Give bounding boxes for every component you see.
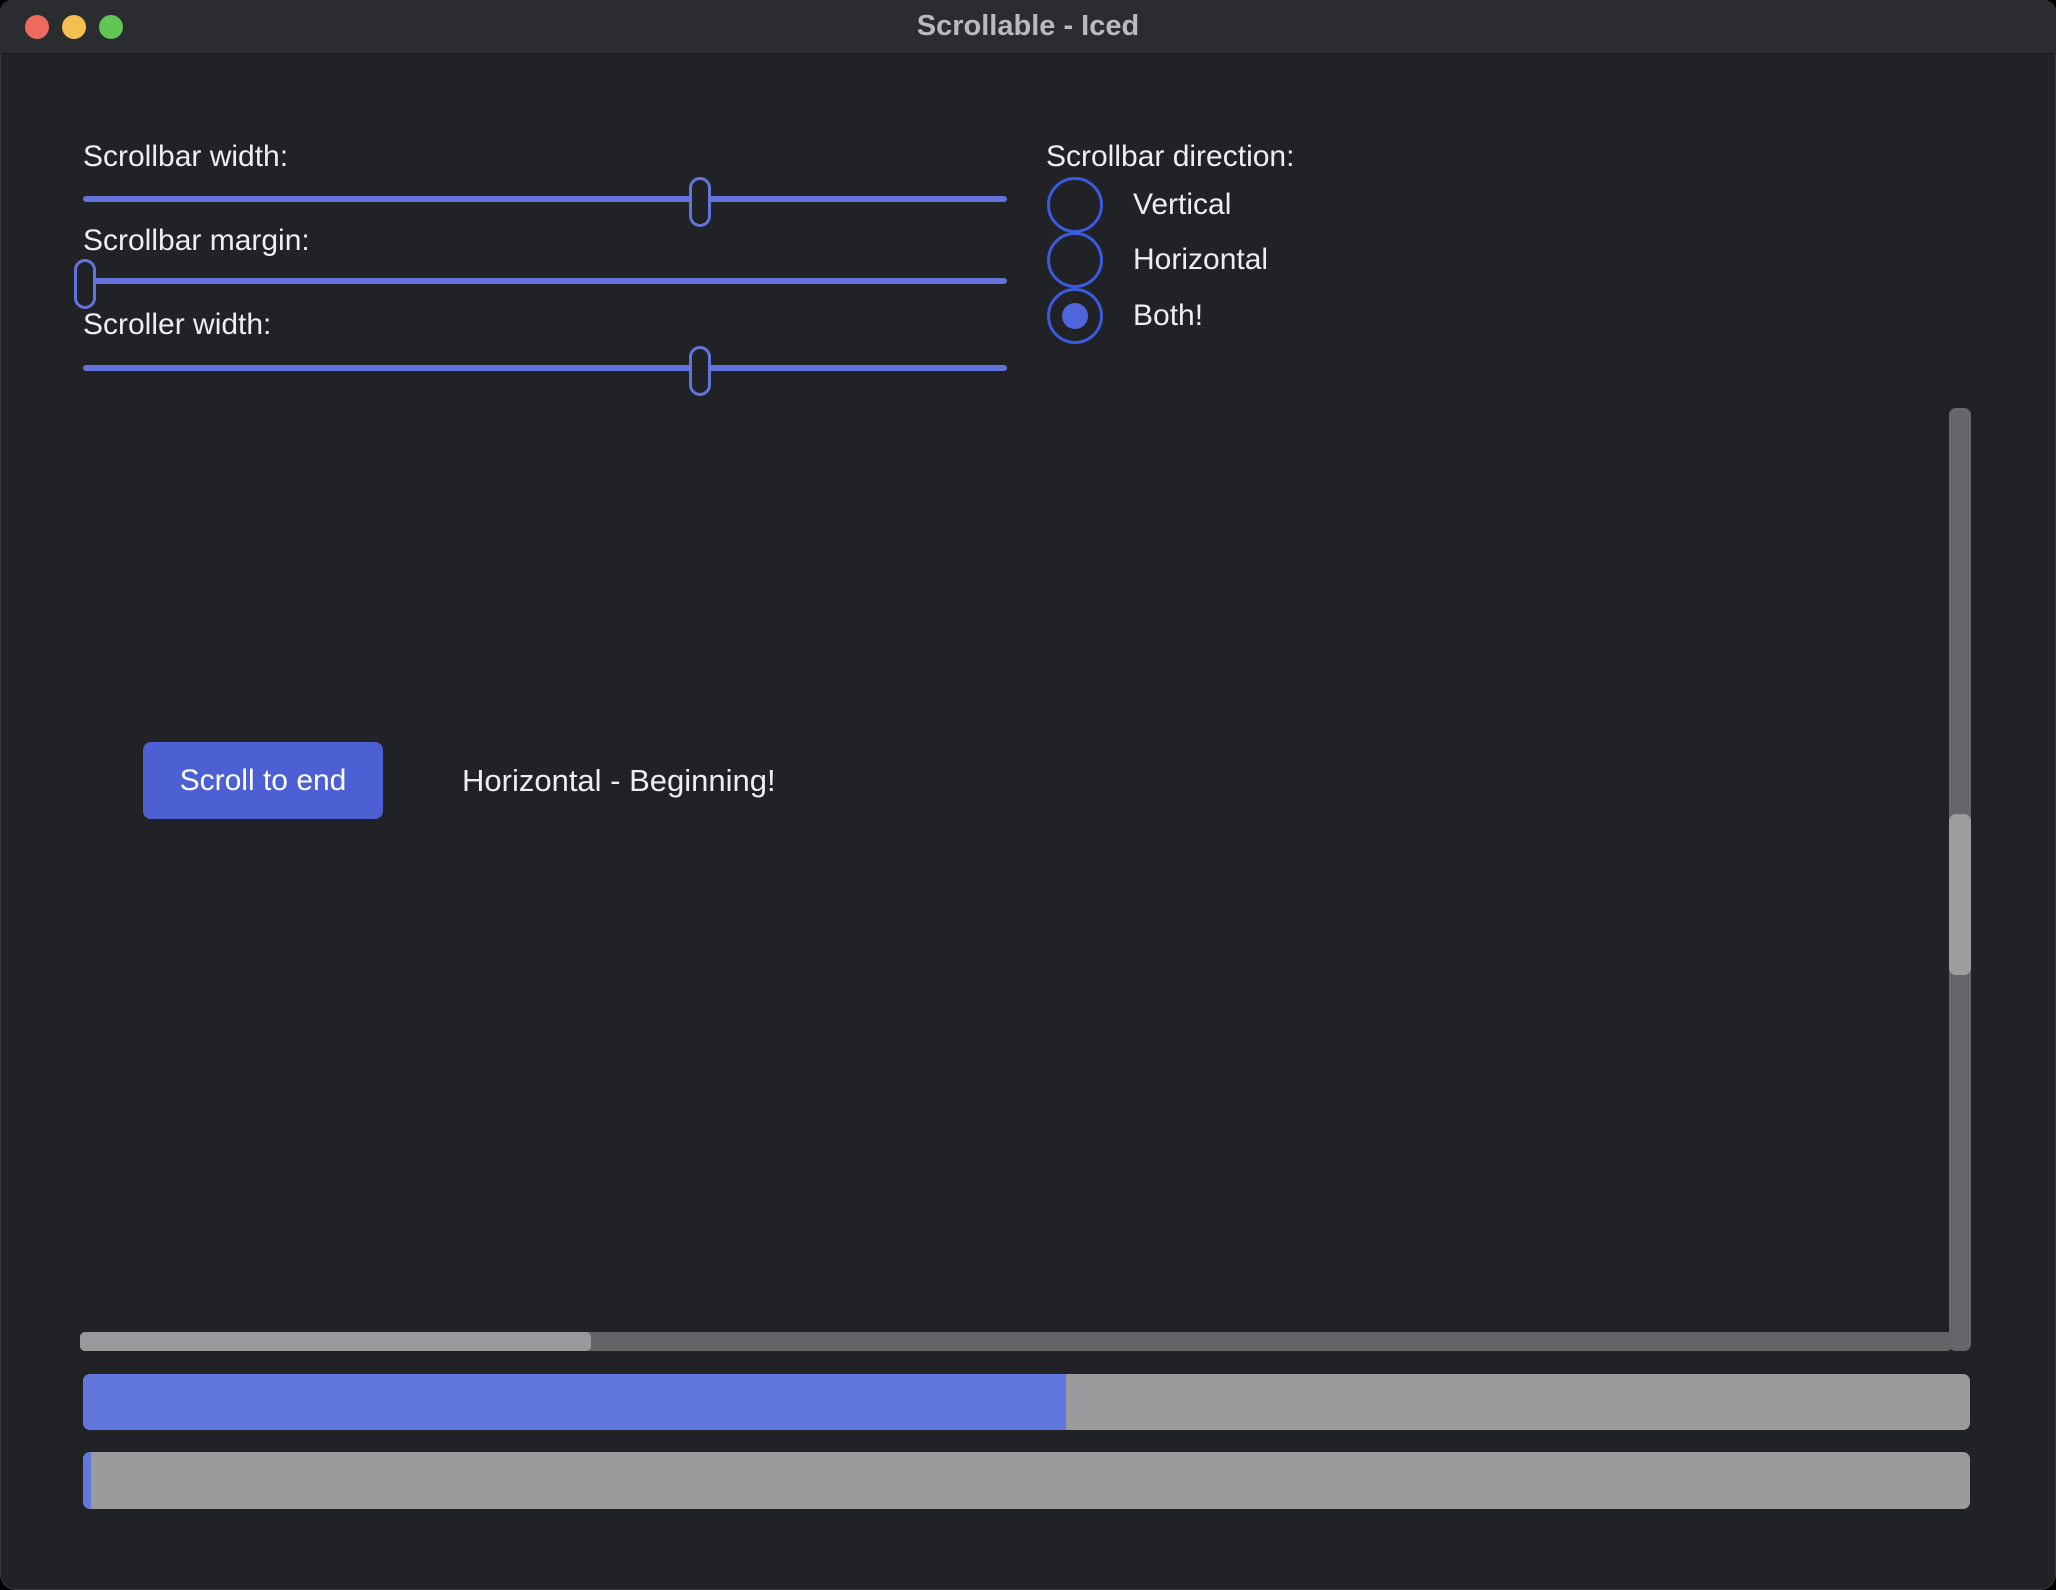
scroller-width-slider-rail[interactable] (83, 365, 1007, 371)
radio-both-label: Both! (1133, 299, 1203, 333)
scroll-status-text: Horizontal - Beginning! (462, 763, 776, 799)
scrollbar-width-slider-rail[interactable] (83, 196, 1007, 202)
radio-circle-icon[interactable] (1047, 288, 1103, 344)
radio-horizontal[interactable]: Horizontal (1047, 232, 1268, 288)
scroll-to-end-button[interactable]: Scroll to end (143, 742, 383, 819)
scrollbar-width-label: Scrollbar width: (83, 140, 288, 174)
radio-horizontal-label: Horizontal (1133, 243, 1268, 277)
vertical-scrollbar-track[interactable] (1949, 408, 1971, 1351)
scrollbar-margin-slider-handle[interactable] (74, 259, 96, 309)
radio-both[interactable]: Both! (1047, 288, 1203, 344)
horizontal-progress-bar (83, 1374, 1970, 1430)
minimize-button[interactable] (62, 15, 86, 39)
horizontal-progress-fill (83, 1374, 1066, 1430)
horizontal-scrollbar-track[interactable] (80, 1332, 1952, 1351)
traffic-lights (25, 0, 123, 53)
radio-vertical[interactable]: Vertical (1047, 177, 1231, 233)
zoom-button[interactable] (99, 15, 123, 39)
radio-circle-icon[interactable] (1047, 232, 1103, 288)
vertical-progress-bar (83, 1452, 1970, 1509)
app-window: Scrollable - Iced Scrollbar width: Scrol… (0, 0, 2056, 1590)
vertical-scrollbar-thumb[interactable] (1949, 814, 1971, 974)
scroller-width-label: Scroller width: (83, 308, 271, 342)
close-button[interactable] (25, 15, 49, 39)
scroller-width-slider-handle[interactable] (689, 346, 711, 396)
scrollbar-margin-label: Scrollbar margin: (83, 224, 310, 258)
title-bar: Scrollable - Iced (0, 0, 2056, 54)
radio-vertical-label: Vertical (1133, 188, 1231, 222)
vertical-progress-fill (83, 1452, 91, 1509)
horizontal-scrollbar-thumb[interactable] (80, 1332, 591, 1351)
radio-dot-icon (1062, 303, 1088, 329)
scrollbar-margin-slider-rail[interactable] (83, 278, 1007, 284)
scrollbar-width-slider-handle[interactable] (689, 177, 711, 227)
scrollbar-direction-label: Scrollbar direction: (1046, 140, 1294, 174)
radio-circle-icon[interactable] (1047, 177, 1103, 233)
window-title: Scrollable - Iced (917, 10, 1139, 43)
